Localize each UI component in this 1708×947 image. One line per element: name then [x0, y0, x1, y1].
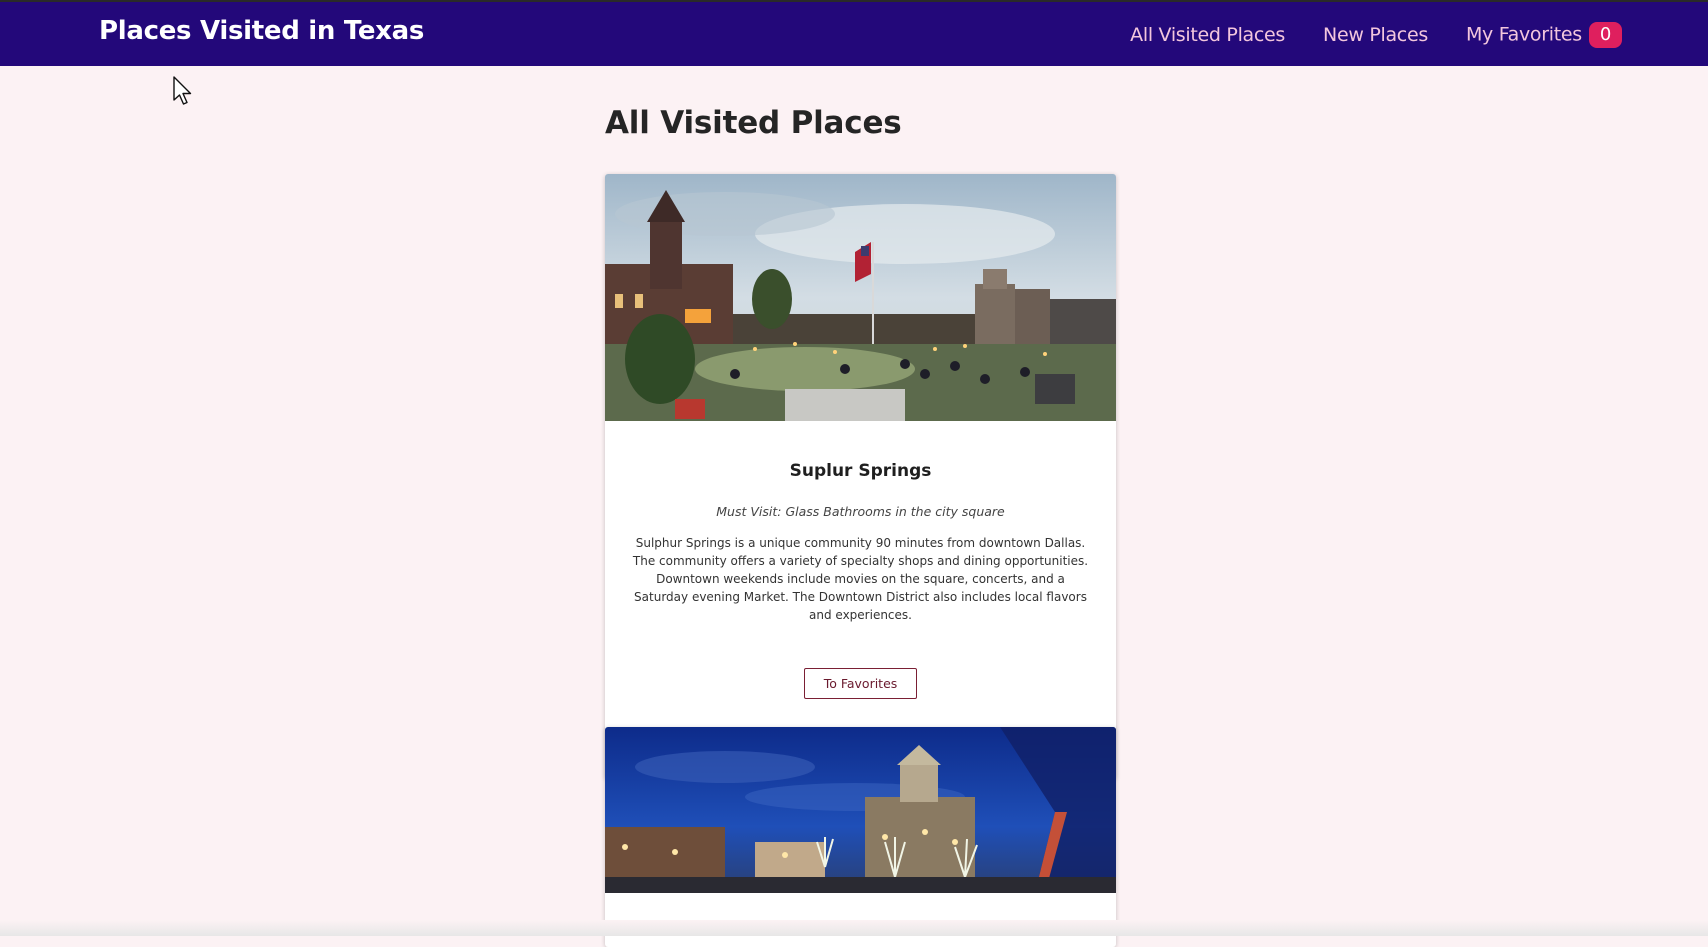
- place-card-body: Suplur Springs Must Visit: Glass Bathroo…: [605, 421, 1116, 699]
- main-content: All Visited Places Suplur Springs Must V…: [605, 66, 1116, 947]
- page-title: All Visited Places: [605, 105, 902, 141]
- top-navbar: Places Visited in Texas All Visited Plac…: [0, 0, 1708, 66]
- bottom-edge: [0, 920, 1708, 936]
- favorites-count-badge: 0: [1588, 22, 1622, 48]
- nav-my-favorites-label: My Favorites: [1465, 23, 1582, 46]
- place-description: Sulphur Springs is a unique community 90…: [632, 536, 1089, 622]
- nav-my-favorites[interactable]: My Favorites 0: [1466, 22, 1622, 48]
- to-favorites-button[interactable]: To Favorites: [803, 668, 918, 699]
- nav-all-visited-places[interactable]: All Visited Places: [1130, 24, 1285, 46]
- main-nav: All Visited Places New Places My Favorit…: [1092, 22, 1622, 48]
- place-photo: [605, 174, 1116, 421]
- place-name: Suplur Springs: [789, 461, 932, 481]
- place-card: Suplur Springs Must Visit: Glass Bathroo…: [605, 174, 1116, 779]
- site-title[interactable]: Places Visited in Texas: [99, 16, 424, 46]
- mouse-cursor-icon: [173, 76, 192, 105]
- nav-new-places[interactable]: New Places: [1323, 24, 1428, 46]
- place-must-visit: Must Visit: Glass Bathrooms in the city …: [716, 504, 1005, 519]
- place-card: [605, 727, 1116, 947]
- place-photo: [605, 727, 1116, 893]
